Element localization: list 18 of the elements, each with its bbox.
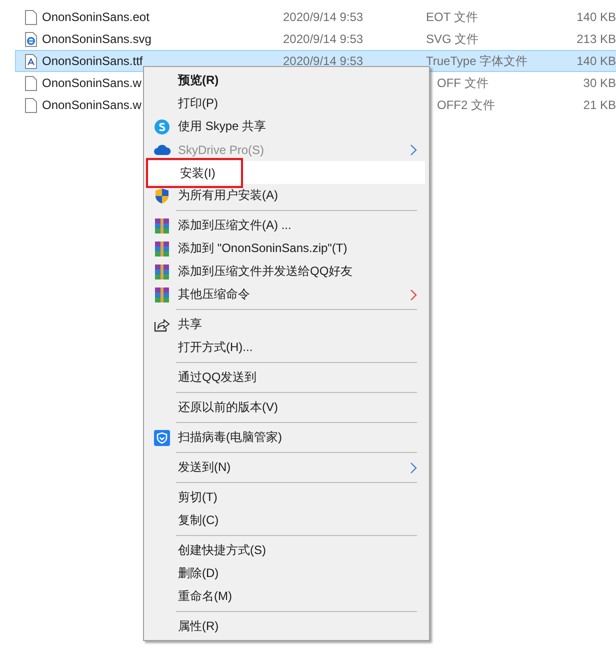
file-name: OnonSoninSans.w <box>42 98 142 112</box>
file-name: OnonSoninSans.svg <box>42 32 152 46</box>
file-size: 21 KB <box>583 98 616 112</box>
file-name: OnonSoninSans.w <box>42 76 142 90</box>
file-type: EOT 文件 <box>426 10 478 24</box>
file-type: OFF 文件 <box>437 76 488 90</box>
file-size: 140 KB <box>576 10 616 24</box>
file-type: OFF2 文件 <box>437 98 496 112</box>
file-name: OnonSoninSans.eot <box>42 10 150 24</box>
file-name: OnonSoninSans.ttf <box>42 54 143 68</box>
file-date: 2020/9/14 9:53 <box>283 54 364 68</box>
file-size: 140 KB <box>576 54 616 68</box>
file-date: 2020/9/14 9:53 <box>283 10 364 24</box>
file-size: 30 KB <box>583 76 616 90</box>
file-size: 213 KB <box>576 32 616 46</box>
file-type: SVG 文件 <box>426 32 479 46</box>
file-date: 2020/9/14 9:53 <box>283 32 364 46</box>
file-type: TrueType 字体文件 <box>426 54 528 68</box>
